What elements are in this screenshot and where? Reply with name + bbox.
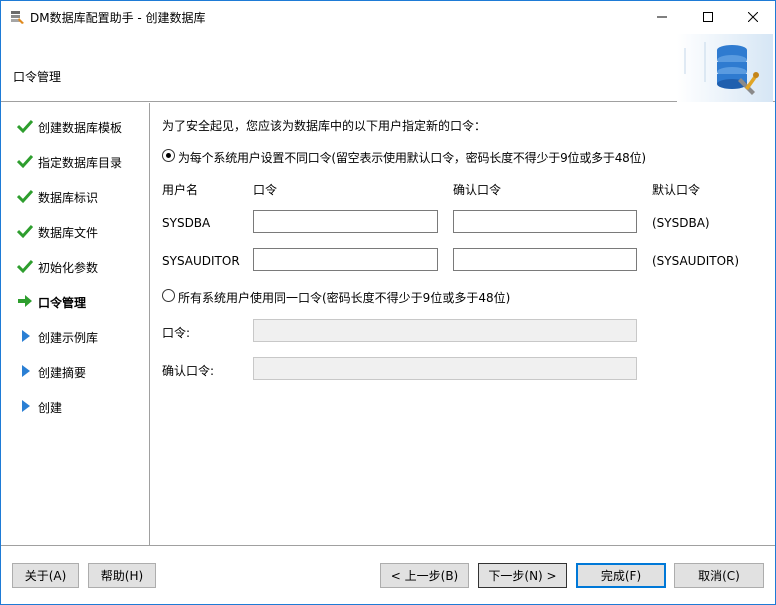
- step-label: 创建: [38, 401, 63, 415]
- same-password-input[interactable]: [253, 319, 637, 342]
- radio-separate-passwords[interactable]: [162, 149, 175, 162]
- step-db-directory: 指定数据库目录: [1, 151, 149, 171]
- col-header-password: 口令: [253, 183, 278, 197]
- help-button[interactable]: 帮助(H): [88, 563, 156, 588]
- radio-separate-label[interactable]: 为每个系统用户设置不同口令(留空表示使用默认口令，密码长度不得少于9位或多于48…: [178, 149, 646, 166]
- check-icon: [16, 188, 34, 204]
- step-label: 数据库标识: [38, 191, 99, 205]
- wizard-header: 口令管理: [1, 32, 775, 102]
- same-confirm-label: 确认口令:: [162, 364, 215, 378]
- cancel-button[interactable]: 取消(C): [674, 563, 764, 588]
- close-button[interactable]: [730, 1, 776, 32]
- sysauditor-default-password: (SYSAUDITOR): [652, 254, 740, 268]
- database-tools-icon: [677, 34, 773, 102]
- minimize-icon: [657, 16, 667, 17]
- step-create-sample-db: 创建示例库: [1, 326, 149, 346]
- dm-config-window: DM数据库配置助手 - 创建数据库 口令管理 创建数据库模板 指定数据库目录 数…: [0, 0, 776, 605]
- page-title: 口令管理: [13, 70, 62, 84]
- triangle-right-icon: [17, 398, 33, 414]
- same-password-label: 口令:: [162, 326, 191, 340]
- check-icon: [16, 153, 34, 169]
- sysdba-confirm-input[interactable]: [453, 210, 637, 233]
- step-label: 创建示例库: [38, 331, 99, 345]
- back-button[interactable]: < 上一步(B): [380, 563, 469, 588]
- step-label: 创建摘要: [38, 366, 87, 380]
- check-icon: [16, 223, 34, 239]
- col-header-default: 默认口令: [652, 183, 701, 197]
- next-button[interactable]: 下一步(N) >: [478, 563, 567, 588]
- arrow-right-icon: [17, 293, 33, 309]
- sysauditor-password-input[interactable]: [253, 248, 438, 271]
- step-label: 口令管理: [38, 296, 87, 310]
- step-init-params: 初始化参数: [1, 256, 149, 276]
- sysdba-password-input[interactable]: [253, 210, 438, 233]
- finish-button[interactable]: 完成(F): [576, 563, 666, 588]
- radio-same-password[interactable]: [162, 289, 175, 302]
- triangle-right-icon: [17, 328, 33, 344]
- minimize-button[interactable]: [639, 1, 685, 32]
- same-confirm-input[interactable]: [253, 357, 637, 380]
- user-sysdba-label: SYSDBA: [162, 216, 211, 230]
- password-panel: 为了安全起见，您应该为数据库中的以下用户指定新的口令： 为每个系统用户设置不同口…: [151, 103, 775, 545]
- col-header-confirm: 确认口令: [453, 183, 502, 197]
- col-header-user: 用户名: [162, 183, 199, 197]
- step-label: 初始化参数: [38, 261, 99, 275]
- wizard-steps: 创建数据库模板 指定数据库目录 数据库标识 数据库文件 初始化参数 口令管理 创…: [1, 103, 150, 545]
- step-db-identity: 数据库标识: [1, 186, 149, 206]
- close-icon: [748, 11, 758, 22]
- footer-divider: [1, 545, 775, 546]
- check-icon: [16, 258, 34, 274]
- step-create: 创建: [1, 396, 149, 416]
- radio-same-label[interactable]: 所有系统用户使用同一口令(密码长度不得少于9位或多于48位): [178, 289, 510, 306]
- step-password-management: 口令管理: [1, 291, 149, 311]
- step-label: 数据库文件: [38, 226, 99, 240]
- title-bar: DM数据库配置助手 - 创建数据库: [1, 1, 775, 32]
- step-db-files: 数据库文件: [1, 221, 149, 241]
- check-icon: [16, 118, 34, 134]
- step-create-template: 创建数据库模板: [1, 116, 149, 136]
- step-label: 创建数据库模板: [38, 121, 123, 135]
- maximize-button[interactable]: [685, 1, 731, 32]
- intro-text: 为了安全起见，您应该为数据库中的以下用户指定新的口令：: [162, 119, 487, 133]
- about-button[interactable]: 关于(A): [12, 563, 79, 588]
- app-icon: [9, 9, 25, 25]
- step-create-summary: 创建摘要: [1, 361, 149, 381]
- sysdba-default-password: (SYSDBA): [652, 216, 710, 230]
- user-sysauditor-label: SYSAUDITOR: [162, 254, 240, 268]
- maximize-icon: [703, 11, 713, 22]
- sysauditor-confirm-input[interactable]: [453, 248, 637, 271]
- step-label: 指定数据库目录: [38, 156, 123, 170]
- triangle-right-icon: [17, 363, 33, 379]
- window-title: DM数据库配置助手 - 创建数据库: [30, 11, 206, 25]
